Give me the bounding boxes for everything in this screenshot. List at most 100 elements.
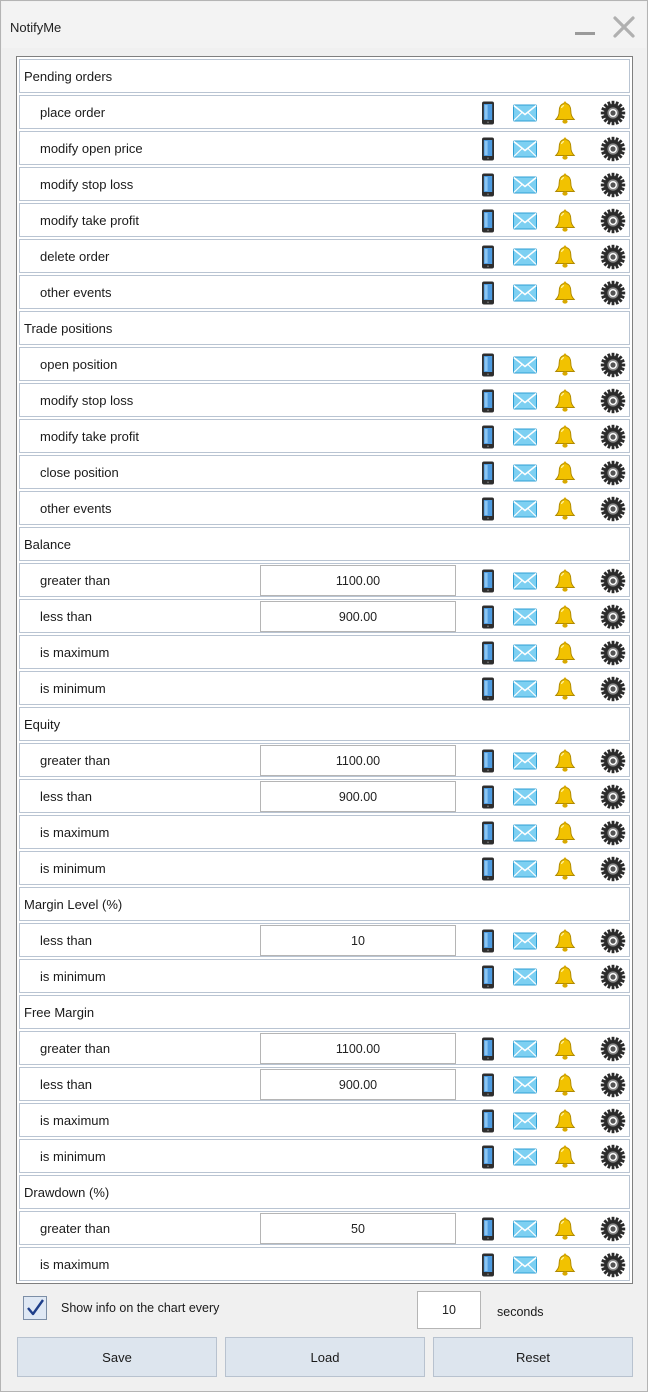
- phone-icon[interactable]: [475, 1144, 501, 1170]
- bell-icon[interactable]: [552, 1036, 578, 1062]
- gear-icon[interactable]: [600, 856, 626, 882]
- reset-button[interactable]: Reset: [433, 1337, 633, 1377]
- bell-icon[interactable]: [552, 568, 578, 594]
- phone-icon[interactable]: [475, 1216, 501, 1242]
- phone-icon[interactable]: [475, 280, 501, 306]
- save-button[interactable]: Save: [17, 1337, 217, 1377]
- close-icon[interactable]: [611, 14, 637, 40]
- gear-icon[interactable]: [600, 208, 626, 234]
- mail-icon[interactable]: [512, 676, 538, 702]
- threshold-input[interactable]: [260, 1213, 456, 1244]
- bell-icon[interactable]: [552, 172, 578, 198]
- bell-icon[interactable]: [552, 208, 578, 234]
- gear-icon[interactable]: [600, 1108, 626, 1134]
- phone-icon[interactable]: [475, 1036, 501, 1062]
- mail-icon[interactable]: [512, 424, 538, 450]
- mail-icon[interactable]: [512, 604, 538, 630]
- bell-icon[interactable]: [552, 1144, 578, 1170]
- bell-icon[interactable]: [552, 244, 578, 270]
- bell-icon[interactable]: [552, 496, 578, 522]
- bell-icon[interactable]: [552, 1216, 578, 1242]
- bell-icon[interactable]: [552, 928, 578, 954]
- gear-icon[interactable]: [600, 460, 626, 486]
- phone-icon[interactable]: [475, 964, 501, 990]
- gear-icon[interactable]: [600, 244, 626, 270]
- mail-icon[interactable]: [512, 1072, 538, 1098]
- gear-icon[interactable]: [600, 388, 626, 414]
- threshold-input[interactable]: [260, 601, 456, 632]
- load-button[interactable]: Load: [225, 1337, 425, 1377]
- bell-icon[interactable]: [552, 424, 578, 450]
- mail-icon[interactable]: [512, 784, 538, 810]
- phone-icon[interactable]: [475, 676, 501, 702]
- gear-icon[interactable]: [600, 136, 626, 162]
- gear-icon[interactable]: [600, 640, 626, 666]
- mail-icon[interactable]: [512, 1216, 538, 1242]
- gear-icon[interactable]: [600, 604, 626, 630]
- phone-icon[interactable]: [475, 820, 501, 846]
- show-info-checkbox[interactable]: [23, 1296, 47, 1320]
- mail-icon[interactable]: [512, 1108, 538, 1134]
- bell-icon[interactable]: [552, 820, 578, 846]
- phone-icon[interactable]: [475, 568, 501, 594]
- mail-icon[interactable]: [512, 460, 538, 486]
- phone-icon[interactable]: [475, 424, 501, 450]
- mail-icon[interactable]: [512, 208, 538, 234]
- title-bar[interactable]: NotifyMe: [2, 2, 646, 48]
- mail-icon[interactable]: [512, 352, 538, 378]
- mail-icon[interactable]: [512, 244, 538, 270]
- bell-icon[interactable]: [552, 784, 578, 810]
- bell-icon[interactable]: [552, 388, 578, 414]
- threshold-input[interactable]: [260, 745, 456, 776]
- gear-icon[interactable]: [600, 424, 626, 450]
- mail-icon[interactable]: [512, 928, 538, 954]
- bell-icon[interactable]: [552, 460, 578, 486]
- bell-icon[interactable]: [552, 856, 578, 882]
- threshold-input[interactable]: [260, 1033, 456, 1064]
- gear-icon[interactable]: [600, 1144, 626, 1170]
- mail-icon[interactable]: [512, 964, 538, 990]
- gear-icon[interactable]: [600, 964, 626, 990]
- bell-icon[interactable]: [552, 352, 578, 378]
- mail-icon[interactable]: [512, 388, 538, 414]
- gear-icon[interactable]: [600, 352, 626, 378]
- mail-icon[interactable]: [512, 1144, 538, 1170]
- interval-input[interactable]: [417, 1291, 481, 1329]
- mail-icon[interactable]: [512, 640, 538, 666]
- phone-icon[interactable]: [475, 784, 501, 810]
- phone-icon[interactable]: [475, 136, 501, 162]
- bell-icon[interactable]: [552, 748, 578, 774]
- mail-icon[interactable]: [512, 496, 538, 522]
- bell-icon[interactable]: [552, 1252, 578, 1278]
- gear-icon[interactable]: [600, 748, 626, 774]
- bell-icon[interactable]: [552, 604, 578, 630]
- mail-icon[interactable]: [512, 136, 538, 162]
- mail-icon[interactable]: [512, 1036, 538, 1062]
- bell-icon[interactable]: [552, 676, 578, 702]
- phone-icon[interactable]: [475, 244, 501, 270]
- gear-icon[interactable]: [600, 496, 626, 522]
- gear-icon[interactable]: [600, 928, 626, 954]
- mail-icon[interactable]: [512, 280, 538, 306]
- phone-icon[interactable]: [475, 460, 501, 486]
- mail-icon[interactable]: [512, 100, 538, 126]
- threshold-input[interactable]: [260, 565, 456, 596]
- phone-icon[interactable]: [475, 640, 501, 666]
- gear-icon[interactable]: [600, 172, 626, 198]
- threshold-input[interactable]: [260, 781, 456, 812]
- phone-icon[interactable]: [475, 928, 501, 954]
- gear-icon[interactable]: [600, 676, 626, 702]
- bell-icon[interactable]: [552, 1072, 578, 1098]
- phone-icon[interactable]: [475, 748, 501, 774]
- phone-icon[interactable]: [475, 1252, 501, 1278]
- threshold-input[interactable]: [260, 925, 456, 956]
- bell-icon[interactable]: [552, 100, 578, 126]
- gear-icon[interactable]: [600, 1216, 626, 1242]
- phone-icon[interactable]: [475, 352, 501, 378]
- gear-icon[interactable]: [600, 1072, 626, 1098]
- gear-icon[interactable]: [600, 100, 626, 126]
- phone-icon[interactable]: [475, 496, 501, 522]
- phone-icon[interactable]: [475, 604, 501, 630]
- phone-icon[interactable]: [475, 1072, 501, 1098]
- bell-icon[interactable]: [552, 136, 578, 162]
